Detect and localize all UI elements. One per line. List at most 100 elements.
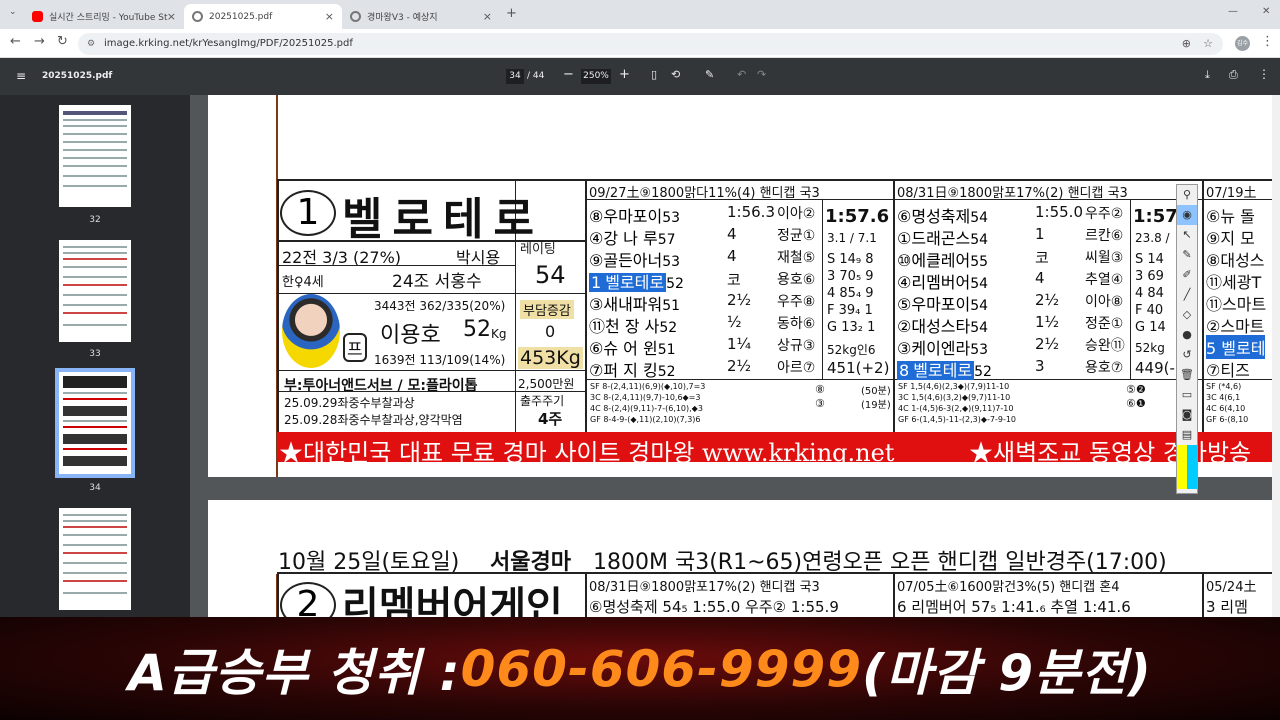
globe-icon (350, 11, 361, 22)
pointer-icon[interactable]: ↖ (1177, 225, 1197, 245)
monitor-icon[interactable]: ▭ (1177, 385, 1197, 405)
close-icon[interactable]: × (167, 10, 176, 23)
redo-icon[interactable]: ↷ (757, 68, 766, 81)
finish-position: ⑥ (589, 339, 604, 358)
horse-name: 강 나 루 (603, 229, 658, 248)
margin: ½ (727, 313, 742, 331)
race-row: ②대성스타54 (897, 313, 988, 337)
eraser-icon[interactable]: ◇ (1177, 305, 1197, 325)
sectional-text: SF 8-(2,4,11)(6,9)(◆,10),7=3 (590, 382, 706, 391)
sectional-text: 4C 8-(2,4)(9,11)-7-(6,10),◆3 (590, 404, 703, 413)
page-number-input[interactable]: 34 (506, 69, 524, 84)
close-window-icon[interactable]: ✕ (1262, 6, 1270, 17)
page-thumbnail[interactable] (59, 240, 131, 342)
prize-money: 2,500만원 (518, 377, 575, 391)
starts-value: 4주 (538, 410, 563, 428)
carried-weight: 54 (970, 210, 989, 226)
race-weight: 52kg인6 (827, 343, 876, 357)
page-thumbnail[interactable] (59, 105, 131, 207)
race-horse-weight: 449(- (1135, 359, 1175, 377)
pdf-toolbar: ≡ 20251025.pdf 34 / 44 − 250% + ▯ ⟲ ✎ ↶ … (0, 58, 1280, 95)
race-row: 5 벨로테 (1206, 335, 1266, 359)
address-bar[interactable]: ⚙ image.krking.net/krYesangImg/PDF/20251… (78, 33, 1223, 55)
forward-icon[interactable]: → (34, 34, 45, 49)
tab-label: 실시간 스트리밍 - YouTube St (49, 13, 168, 23)
finish-position: ⑦ (589, 361, 604, 380)
highlighter-icon[interactable]: ✐ (1177, 265, 1197, 285)
race-row: ⑥뉴 돌 (1206, 207, 1255, 226)
jockey: 용호⑥ (777, 272, 816, 288)
finish-position: ⑨ (589, 251, 604, 270)
color-palette[interactable] (1177, 445, 1197, 489)
race-row: ⑨지 모 (1206, 229, 1255, 248)
jockey-photo (282, 294, 340, 368)
download-icon[interactable]: ⤓ (1205, 68, 1210, 82)
carried-weight: 52 (974, 364, 992, 380)
sidebar-menu-icon[interactable]: ≡ (16, 69, 26, 83)
race-row: ⑦티즈 (1206, 361, 1250, 380)
youtube-icon (32, 11, 43, 22)
horse-name: 새내파워 (603, 295, 663, 314)
tab-youtube[interactable]: 실시간 스트리밍 - YouTube St × (24, 4, 184, 29)
pen-icon[interactable]: ✎ (1177, 245, 1197, 265)
finish-position: 1 (589, 273, 604, 292)
page-thumbnail-selected[interactable] (59, 372, 131, 474)
zoom-in-button[interactable]: + (619, 67, 630, 82)
pin-icon[interactable]: ⚲ (1177, 185, 1197, 205)
finish-position: ⑧ (589, 207, 604, 226)
margin: 1:56.3 (727, 203, 775, 221)
print-icon[interactable]: ⎙ (1229, 68, 1238, 82)
more-options-icon[interactable]: ⋮ (1258, 67, 1270, 81)
back-icon[interactable]: ← (10, 34, 21, 49)
horse-name: 퍼 지 킹 (603, 361, 658, 380)
menu-icon[interactable]: ⋮ (1261, 34, 1274, 49)
new-tab-button[interactable]: + (506, 6, 517, 21)
zoom-input[interactable]: 250% (581, 69, 611, 84)
carried-weight: 57 (657, 232, 676, 248)
pro-badge: 프 (343, 333, 367, 362)
site-info-icon[interactable]: ⚙ (87, 33, 95, 55)
horse-weight: 453Kg (518, 347, 583, 369)
clipboard-icon[interactable]: ▤ (1177, 425, 1197, 445)
margin: 코 (727, 271, 741, 289)
dot-icon[interactable]: ● (1177, 325, 1197, 345)
undo-icon[interactable]: ↶ (737, 68, 746, 81)
close-icon[interactable]: × (325, 10, 334, 23)
eye-icon[interactable]: ◉ (1177, 205, 1197, 225)
carried-weight: 51 (657, 342, 676, 358)
reload-icon[interactable]: ↻ (57, 34, 68, 49)
tab-label: 20251025.pdf (209, 11, 273, 22)
rotate-icon[interactable]: ⟲ (671, 68, 680, 81)
trash-icon[interactable]: 🗑 (1177, 365, 1197, 385)
jockey: 상규③ (777, 338, 816, 354)
side-mark: ⑤❷ (1126, 383, 1146, 396)
page-thumbnail[interactable] (59, 508, 131, 610)
profile-avatar[interactable]: 김수 (1235, 36, 1250, 51)
tab-search-chevron-icon[interactable]: ⌄ (9, 7, 17, 17)
line-icon[interactable]: ╱ (1177, 285, 1197, 305)
zoom-icon[interactable]: ⊕ (1182, 33, 1191, 55)
bookmark-star-icon[interactable]: ☆ (1203, 33, 1213, 55)
annotate-icon[interactable]: ✎ (705, 68, 714, 81)
jockey: 추열④ (1085, 272, 1124, 288)
race-row: ①드래곤스54 (897, 225, 988, 249)
zoom-out-button[interactable]: − (563, 67, 574, 82)
entry-number: 1 (280, 190, 336, 236)
sectional-text: GF 6-(8,10 (1206, 415, 1249, 424)
carried-weight: 53 (662, 254, 681, 270)
jockey: 용호⑦ (1085, 360, 1124, 376)
carried-weight: 51 (662, 298, 681, 314)
jockey: 이아② (777, 206, 816, 222)
sectional-text: 3C 8-(2,4,11)(9,7)-10,6◆=3 (590, 393, 701, 402)
camera-icon[interactable]: ◙ (1177, 405, 1197, 425)
minimize-icon[interactable]: — (1228, 6, 1238, 17)
undo-icon[interactable]: ↺ (1177, 345, 1197, 365)
race-row: ⑪천 장 사52 (589, 313, 677, 337)
tab-kmking[interactable]: 경마왕V3 - 예상지 × (342, 4, 500, 29)
sectional-text: 3C 1,5(4,6)(3,2)◆(9,7)11-10 (898, 393, 1011, 402)
fit-page-icon[interactable]: ▯ (651, 68, 657, 81)
close-icon[interactable]: × (483, 10, 492, 23)
sectional-text: SF (*4,6) (1206, 382, 1242, 391)
horse-name: 대성스타 (911, 317, 971, 336)
tab-pdf[interactable]: 20251025.pdf × (184, 4, 342, 29)
